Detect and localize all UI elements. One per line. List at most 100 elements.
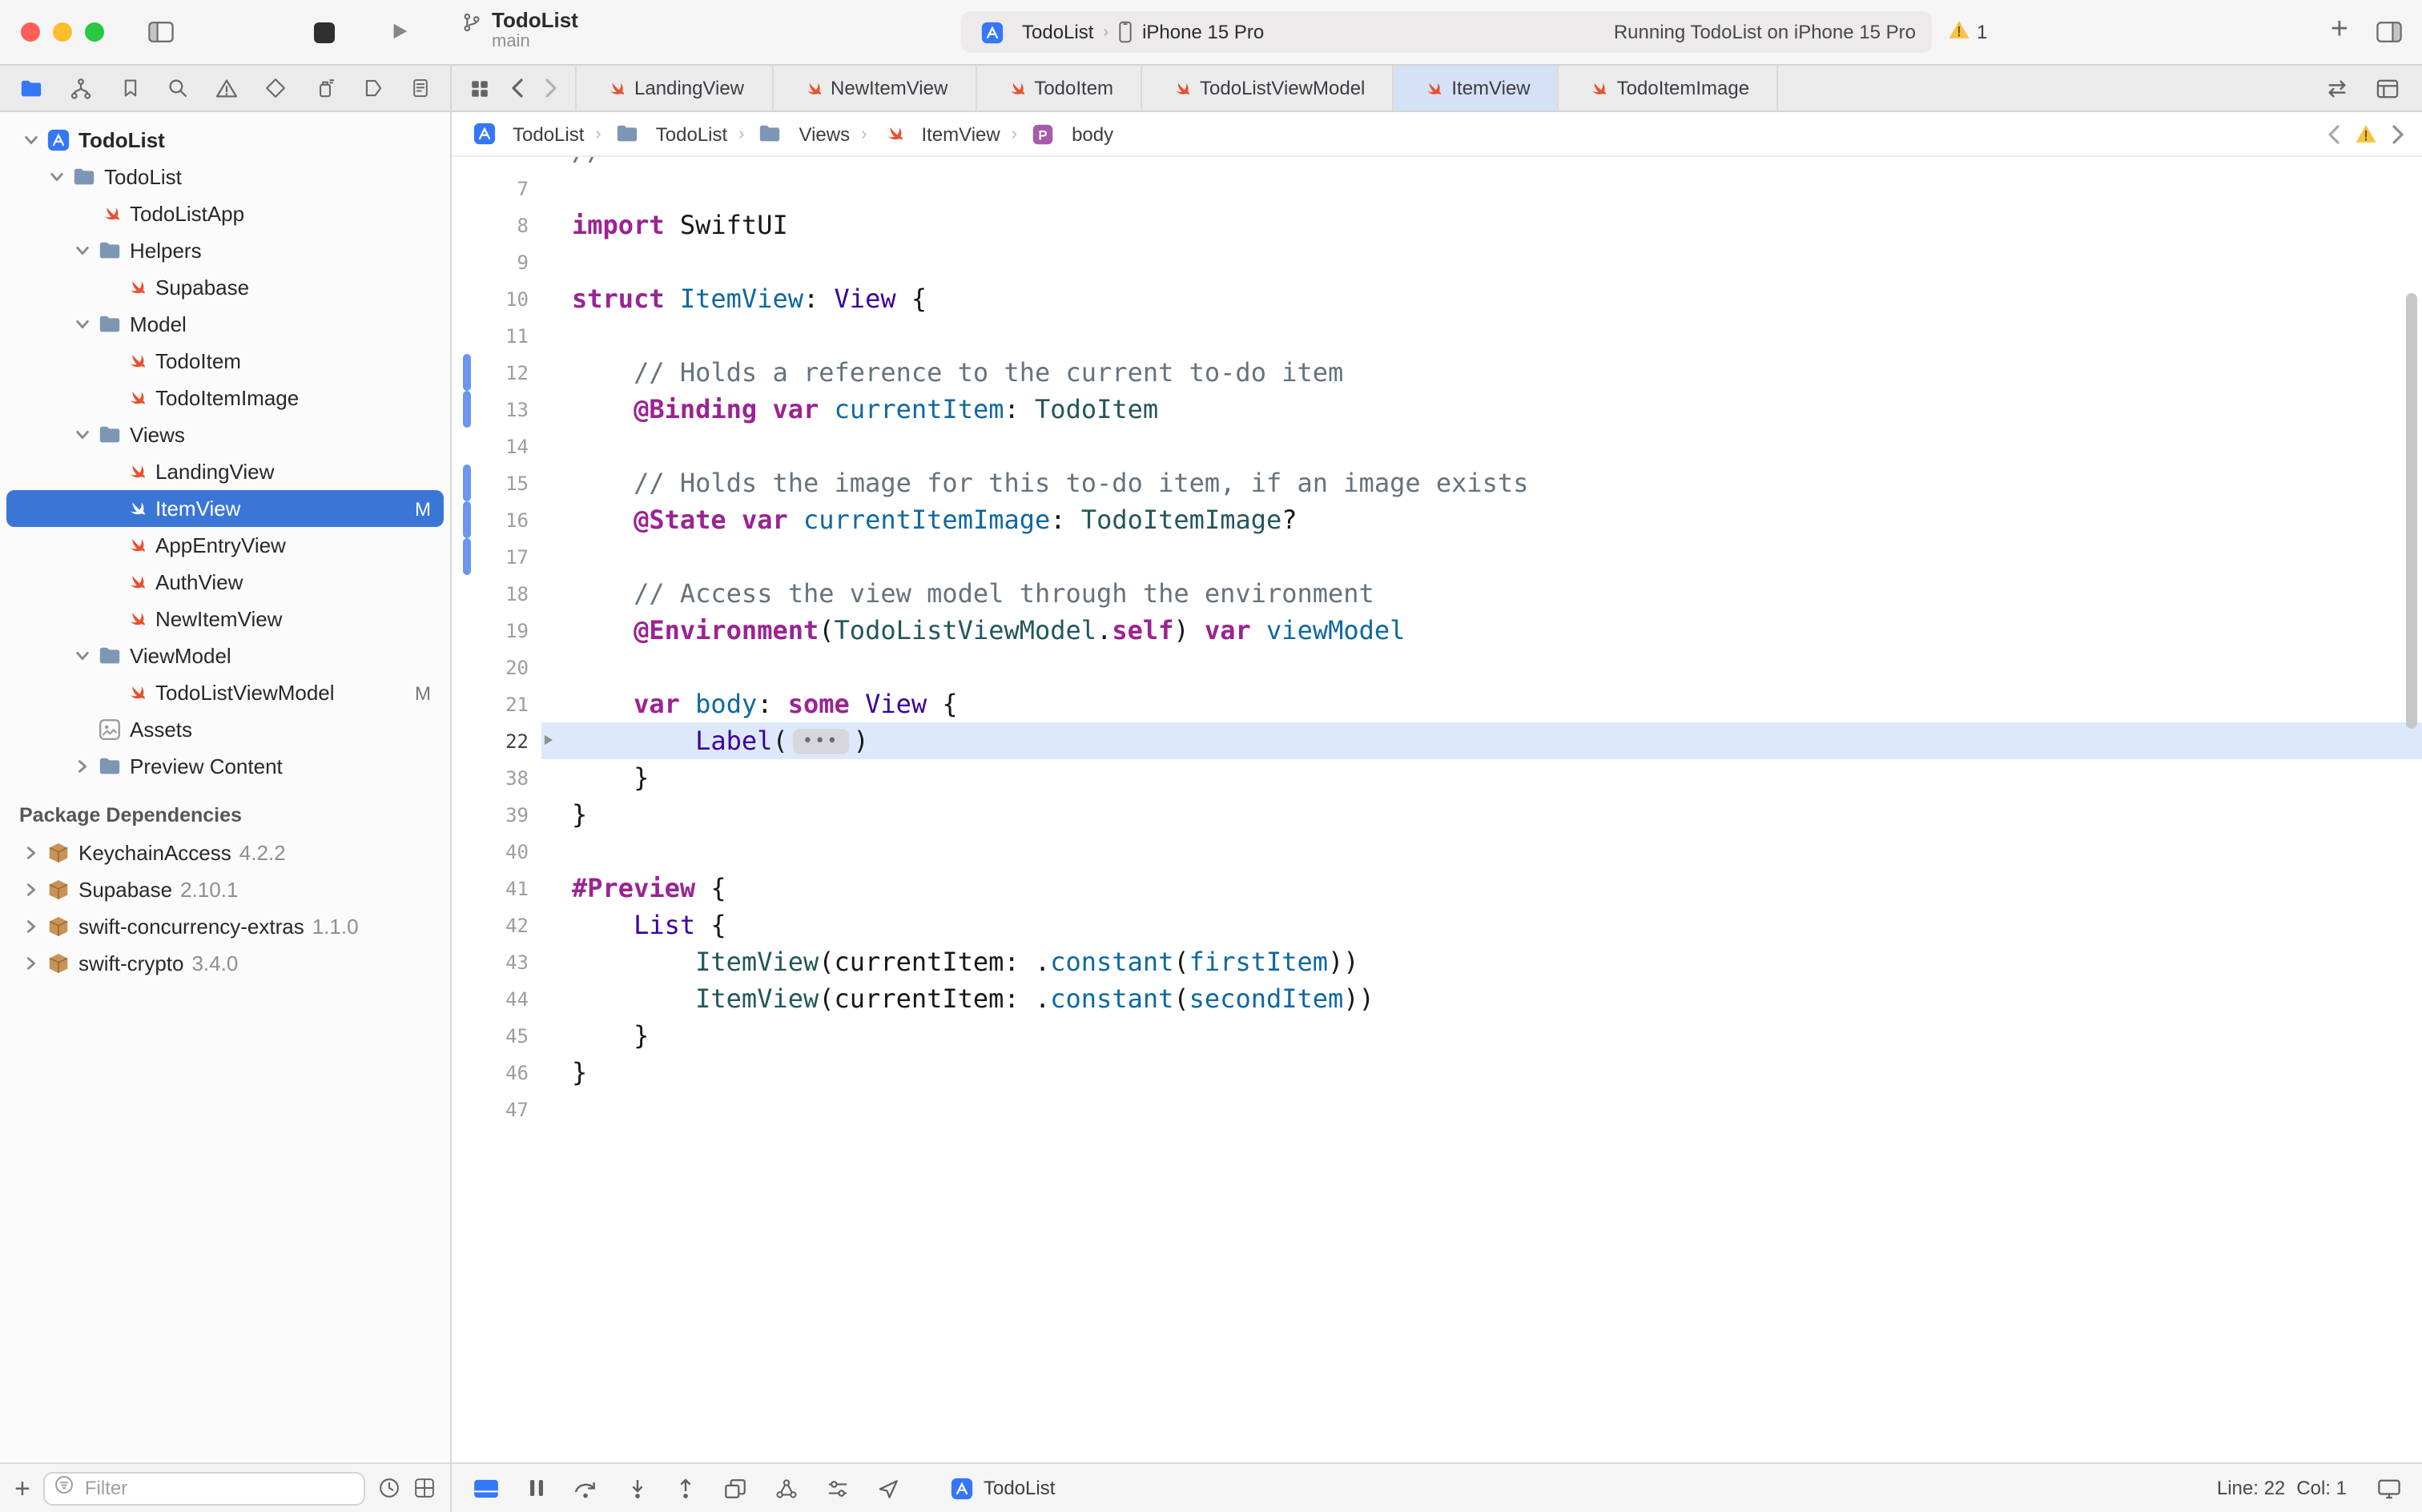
gutter[interactable]: 10 xyxy=(452,280,567,317)
memory-graph-icon[interactable] xyxy=(775,1478,798,1498)
line-number[interactable]: 45 xyxy=(505,1024,529,1047)
package-item-swift-concurrency-extras[interactable]: swift-concurrency-extras1.1.0 xyxy=(6,908,444,945)
gutter[interactable]: 16 xyxy=(452,501,567,538)
line-number[interactable]: 10 xyxy=(505,288,529,310)
gutter[interactable]: 11 xyxy=(452,317,567,354)
debug-icon[interactable] xyxy=(313,77,336,99)
back-button[interactable] xyxy=(511,78,524,98)
close-window-button[interactable] xyxy=(21,22,40,42)
warning-badge[interactable]: 1 xyxy=(1948,19,1987,45)
source-control-filter-icon[interactable] xyxy=(413,1477,436,1499)
tree-item-model[interactable]: Model xyxy=(6,306,444,343)
issue-warning-icon[interactable] xyxy=(2355,123,2377,144)
line-number[interactable]: 46 xyxy=(505,1061,529,1084)
code-text[interactable]: } xyxy=(567,759,2422,796)
code-text[interactable] xyxy=(567,538,2422,575)
code-line[interactable]: 43 ItemView(currentItem: .constant(first… xyxy=(452,943,2422,980)
line-number[interactable]: 9 xyxy=(517,251,529,273)
code-line[interactable]: 10struct ItemView: View { xyxy=(452,280,2422,317)
code-line[interactable]: 39} xyxy=(452,796,2422,833)
editor-tab-todoitemimage[interactable]: TodoItemImage xyxy=(1558,66,1778,111)
scheme-name[interactable]: TodoList xyxy=(1022,21,1093,43)
code-line[interactable]: 17 xyxy=(452,538,2422,575)
gutter[interactable]: 17 xyxy=(452,538,567,575)
code-line[interactable]: 41#Preview { xyxy=(452,870,2422,907)
line-number[interactable]: 11 xyxy=(505,324,529,347)
code-line[interactable]: 7 xyxy=(452,170,2422,207)
breadcrumb-item-todolist[interactable]: TodoList xyxy=(469,122,584,146)
run-destination[interactable]: iPhone 15 Pro xyxy=(1142,21,1264,43)
pause-icon[interactable] xyxy=(529,1478,545,1498)
code-text[interactable]: // xyxy=(567,157,2422,170)
debug-process[interactable]: TodoList xyxy=(950,1476,1055,1500)
tree-item-supabase[interactable]: Supabase xyxy=(6,269,444,306)
code-line[interactable]: 45 } xyxy=(452,1017,2422,1054)
activity-status[interactable]: Running TodoList on iPhone 15 Pro xyxy=(1614,21,1916,43)
gutter[interactable]: 21 xyxy=(452,686,567,722)
gutter[interactable] xyxy=(452,157,567,170)
code-text[interactable] xyxy=(567,428,2422,464)
code-text[interactable]: // Holds the image for this to-do item, … xyxy=(567,464,2422,501)
line-number[interactable]: 14 xyxy=(505,435,529,457)
tree-item-todoitem[interactable]: TodoItem xyxy=(6,343,444,380)
code-line[interactable]: 19 @Environment(TodoListViewModel.self) … xyxy=(452,612,2422,649)
gutter[interactable]: 13 xyxy=(452,391,567,428)
project-status[interactable]: TodoList main xyxy=(461,8,578,53)
code-text[interactable] xyxy=(567,243,2422,280)
package-item-swift-crypto[interactable]: swift-crypto3.4.0 xyxy=(6,945,444,982)
minimize-window-button[interactable] xyxy=(53,22,72,42)
line-number[interactable]: 13 xyxy=(505,398,529,420)
code-line[interactable]: 44 ItemView(currentItem: .constant(secon… xyxy=(452,980,2422,1017)
code-text[interactable]: ItemView(currentItem: .constant(firstIte… xyxy=(567,943,2422,980)
line-number[interactable]: 18 xyxy=(505,582,529,605)
project-navigator-icon[interactable] xyxy=(19,76,43,100)
toggle-right-sidebar-icon[interactable] xyxy=(2376,21,2403,51)
disclosure-icon[interactable] xyxy=(70,428,95,442)
add-file-button[interactable]: + xyxy=(14,1474,30,1502)
breakpoints-icon[interactable] xyxy=(362,77,384,99)
code-line[interactable]: 20 xyxy=(452,649,2422,686)
previous-issue-icon[interactable] xyxy=(2327,124,2340,143)
code-fold-caret-icon[interactable] xyxy=(545,735,553,745)
code-text[interactable]: Label(•••) xyxy=(567,722,2422,759)
tests-icon[interactable] xyxy=(265,77,288,99)
code-line[interactable]: 9 xyxy=(452,243,2422,280)
editor-tab-todoitem[interactable]: TodoItem xyxy=(975,66,1141,111)
display-icon[interactable] xyxy=(2377,1478,2401,1498)
tree-item-authview[interactable]: AuthView xyxy=(6,564,444,601)
issues-icon[interactable] xyxy=(215,76,239,100)
source-editor[interactable]: //78import SwiftUI 9 10struct ItemView: Vi… xyxy=(452,157,2422,1462)
code-line[interactable]: 38 } xyxy=(452,759,2422,796)
line-number[interactable]: 19 xyxy=(505,619,529,641)
gutter[interactable]: 20 xyxy=(452,649,567,686)
breadcrumb-item-views[interactable]: Views xyxy=(756,122,851,146)
gutter[interactable]: 38 xyxy=(452,759,567,796)
editor-tab-todolistviewmodel[interactable]: TodoListViewModel xyxy=(1141,66,1392,111)
scheme-selector[interactable]: TodoList › iPhone 15 Pro Running TodoLis… xyxy=(961,11,1932,53)
tree-item-helpers[interactable]: Helpers xyxy=(6,232,444,269)
gutter[interactable]: 18 xyxy=(452,575,567,612)
code-line[interactable]: 18 // Access the view model through the … xyxy=(452,575,2422,612)
code-text[interactable] xyxy=(567,317,2422,354)
line-number[interactable]: 44 xyxy=(505,987,529,1010)
gutter[interactable]: 41 xyxy=(452,870,567,907)
code-text[interactable]: var body: some View { xyxy=(567,686,2422,722)
code-line[interactable]: 8import SwiftUI xyxy=(452,207,2422,243)
gutter[interactable]: 14 xyxy=(452,428,567,464)
gutter[interactable]: 45 xyxy=(452,1017,567,1054)
gutter[interactable]: 7 xyxy=(452,170,567,207)
tree-item-todolistapp[interactable]: TodoListApp xyxy=(6,195,444,232)
breadcrumb-item-body[interactable]: Pbody xyxy=(1028,123,1113,145)
code-text[interactable]: } xyxy=(567,1017,2422,1054)
gutter[interactable]: 46 xyxy=(452,1054,567,1091)
code-line[interactable]: 42 List { xyxy=(452,907,2422,943)
line-number[interactable]: 43 xyxy=(505,951,529,973)
step-out-icon[interactable] xyxy=(676,1478,695,1498)
editor-tab-newitemview[interactable]: NewItemView xyxy=(771,66,975,111)
tree-item-appentryview[interactable]: AppEntryView xyxy=(6,527,444,564)
disclosure-icon[interactable] xyxy=(70,649,95,663)
disclosure-icon[interactable] xyxy=(19,919,43,934)
editor-tab-itemview[interactable]: ItemView xyxy=(1392,66,1557,111)
tree-item-newitemview[interactable]: NewItemView xyxy=(6,601,444,637)
disclosure-icon[interactable] xyxy=(70,759,95,774)
